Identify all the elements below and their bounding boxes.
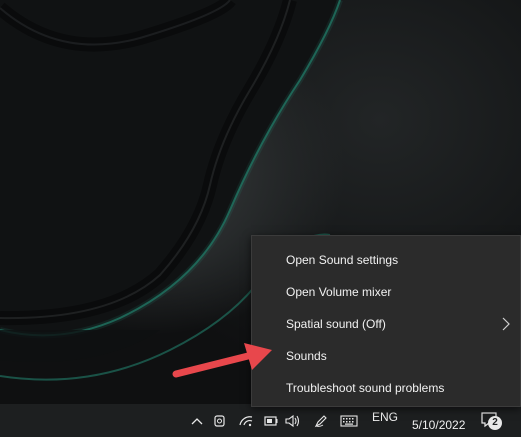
sound-context-menu: Open Sound settings Open Volume mixer Sp… [251,235,521,407]
clock-date[interactable]: 5/10/2022 [412,418,465,432]
submenu-chevron-icon [502,317,510,331]
menu-item-label: Troubleshoot sound problems [286,381,445,395]
annotation-arrow [172,343,272,378]
battery-icon[interactable] [263,404,279,437]
menu-item-open-volume-mixer[interactable]: Open Volume mixer [252,277,520,307]
menu-item-label: Open Sound settings [286,253,399,267]
meet-now-icon[interactable] [212,404,228,437]
menu-item-open-sound-settings[interactable]: Open Sound settings [252,245,520,275]
menu-item-label: Sounds [286,349,327,363]
menu-item-label: Spatial sound (Off) [286,317,386,331]
pen-icon[interactable] [313,404,329,437]
menu-item-sounds[interactable]: Sounds [252,341,520,371]
menu-item-troubleshoot-sound[interactable]: Troubleshoot sound problems [252,373,520,403]
menu-item-spatial-sound[interactable]: Spatial sound (Off) [252,309,520,339]
wifi-icon[interactable] [238,404,254,437]
menu-item-label: Open Volume mixer [286,285,392,299]
chevron-up-icon[interactable] [190,404,204,437]
keyboard-icon[interactable] [339,404,359,437]
notification-badge: 2 [488,416,502,430]
speaker-icon[interactable] [284,404,302,437]
language-indicator[interactable]: ENG [372,410,398,424]
